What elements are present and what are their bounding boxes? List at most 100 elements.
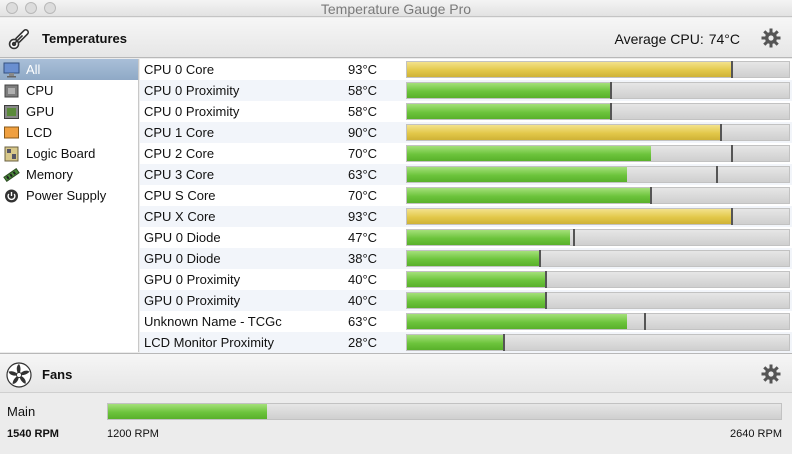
temperature-bar [406, 145, 790, 162]
sensor-name: LCD Monitor Proximity [144, 335, 275, 350]
fans-title: Fans [42, 367, 73, 382]
temperature-bar [406, 187, 790, 204]
temperature-bar-fill [407, 167, 627, 182]
sensor-temperature: 63°C [348, 167, 378, 182]
sensor-temperature: 90°C [348, 125, 378, 140]
fan-max-rpm: 2640 RPM [730, 428, 782, 440]
temperature-max-marker [643, 313, 646, 330]
temperature-max-marker [731, 208, 734, 225]
temperature-bar [406, 271, 790, 288]
sensor-name: GPU 0 Diode [144, 230, 221, 245]
sensor-name: Unknown Name - TCGc [144, 314, 282, 329]
sidebar-item-memory[interactable]: Memory [0, 164, 138, 185]
sensor-row[interactable]: Unknown Name - TCGc 63°C [140, 311, 792, 332]
sidebar-item-all[interactable]: All [0, 59, 138, 80]
sensor-row[interactable]: CPU 0 Proximity 58°C [140, 80, 792, 101]
temperature-bar-fill [407, 146, 652, 161]
sensor-row[interactable]: CPU 0 Core 93°C [140, 59, 792, 80]
temperature-max-marker [610, 82, 613, 99]
sensor-row[interactable]: LCD Monitor Proximity 28°C [140, 332, 792, 353]
sensor-temperature: 93°C [348, 209, 378, 224]
sensor-temperature: 70°C [348, 146, 378, 161]
sensor-row[interactable]: GPU 0 Diode 38°C [140, 248, 792, 269]
fan-speed-bar [107, 403, 782, 420]
average-cpu-value: 74°C [708, 31, 740, 47]
temperatures-title: Temperatures [42, 31, 128, 46]
sensor-temperature: 93°C [348, 62, 378, 77]
sidebar-item-lcd[interactable]: LCD [0, 122, 138, 143]
fan-speed-fill [108, 404, 267, 419]
fan-icon [6, 362, 32, 393]
sensor-temperature: 63°C [348, 314, 378, 329]
temperature-bar-fill [407, 272, 547, 287]
sensor-row[interactable]: CPU 0 Proximity 58°C [140, 101, 792, 122]
sensor-name: CPU X Core [144, 209, 216, 224]
temperatures-header: Temperatures Average CPU: 74°C [0, 18, 792, 58]
fan-current-rpm: 1540 RPM [7, 428, 59, 440]
lcd-icon [3, 125, 20, 141]
average-cpu-label: Average CPU: [614, 31, 704, 47]
temperature-bar-fill [407, 209, 733, 224]
temperature-bar-fill [407, 230, 571, 245]
sensor-name: CPU 0 Proximity [144, 104, 240, 119]
sensor-name: CPU S Core [144, 188, 216, 203]
temperature-bar [406, 292, 790, 309]
sensor-name: CPU 0 Proximity [144, 83, 240, 98]
sensor-name: CPU 1 Core [144, 125, 215, 140]
sidebar-item-label: GPU [26, 104, 55, 119]
window-title: Temperature Gauge Pro [320, 1, 472, 17]
sidebar-item-gpu[interactable]: GPU [0, 101, 138, 122]
sensor-name: GPU 0 Proximity [144, 272, 241, 287]
fan-row-main: Main 1540 RPM 1200 RPM 2640 RPM [0, 394, 792, 454]
sensor-row[interactable]: CPU 1 Core 90°C [140, 122, 792, 143]
sensor-temperature: 40°C [348, 293, 378, 308]
temperature-max-marker [716, 166, 719, 183]
cpu-icon [3, 83, 20, 99]
temperature-bar-fill [407, 188, 652, 203]
temperature-bar [406, 208, 790, 225]
sidebar-item-logic-board[interactable]: Logic Board [0, 143, 138, 164]
temperature-max-marker [650, 187, 653, 204]
sensor-row[interactable]: GPU 0 Proximity 40°C [140, 290, 792, 311]
power-supply-icon [3, 188, 20, 204]
sensor-row[interactable]: GPU 0 Proximity 40°C [140, 269, 792, 290]
temperature-bar [406, 229, 790, 246]
temperature-bar [406, 124, 790, 141]
temperature-bar-fill [407, 104, 612, 119]
fans-settings-gear-icon[interactable] [761, 364, 781, 384]
temperature-bar-fill [407, 335, 505, 350]
sensor-temperature: 47°C [348, 230, 378, 245]
sidebar-item-label: LCD [26, 125, 53, 140]
sidebar-item-label: Memory [26, 167, 73, 182]
sensor-row[interactable]: CPU 3 Core 63°C [140, 164, 792, 185]
temperature-max-marker [610, 103, 613, 120]
sensor-name: CPU 3 Core [144, 167, 215, 182]
title-bar: Temperature Gauge Pro [0, 0, 792, 17]
temperature-bar-fill [407, 83, 612, 98]
temperatures-settings-gear-icon[interactable] [761, 28, 781, 48]
logic-board-icon [3, 146, 20, 162]
all-sensors-icon [3, 62, 20, 78]
temperature-bar [406, 82, 790, 99]
memory-icon [3, 167, 20, 183]
sensor-temperature: 38°C [348, 251, 378, 266]
sidebar-item-power-supply[interactable]: Power Supply [0, 185, 138, 206]
sensor-row[interactable]: GPU 0 Diode 47°C [140, 227, 792, 248]
temperature-max-marker [545, 292, 548, 309]
sensor-row[interactable]: CPU S Core 70°C [140, 185, 792, 206]
temperature-bar-fill [407, 125, 721, 140]
temperature-bar [406, 61, 790, 78]
sensor-row[interactable]: CPU X Core 93°C [140, 206, 792, 227]
sidebar-item-label: CPU [26, 83, 54, 98]
sensor-temperature: 70°C [348, 188, 378, 203]
temperature-max-marker [720, 124, 722, 141]
sensor-temperature: 28°C [348, 335, 378, 350]
sensor-table: CPU 0 Core 93°C CPU 0 Proximity 58°C CPU 0 P… [140, 59, 792, 353]
sensor-row[interactable]: CPU 2 Core 70°C [140, 143, 792, 164]
temperature-max-marker [545, 271, 548, 288]
sidebar-item-cpu[interactable]: CPU [0, 80, 138, 101]
temperature-bar-fill [407, 314, 627, 329]
sensor-name: GPU 0 Proximity [144, 293, 241, 308]
sensor-temperature: 58°C [348, 83, 378, 98]
temperature-bar-fill [407, 293, 547, 308]
